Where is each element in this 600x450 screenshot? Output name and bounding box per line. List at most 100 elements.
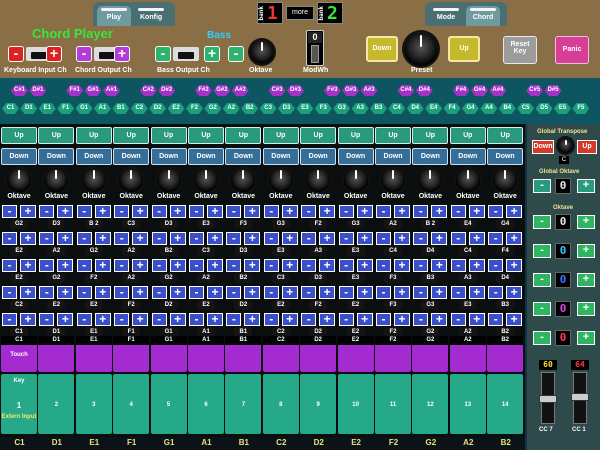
note-minus-button[interactable]: - — [114, 259, 130, 272]
oktave-plus-button[interactable]: + — [577, 331, 595, 345]
note-minus-button[interactable]: - — [2, 286, 17, 299]
key-b2[interactable]: B2 — [241, 103, 259, 114]
note-minus-button[interactable]: - — [450, 232, 466, 245]
touch-pad[interactable]: E1 — [75, 336, 112, 372]
key-f2[interactable]: F2 — [186, 103, 203, 114]
note-plus-button[interactable]: + — [94, 286, 111, 299]
note-plus-button[interactable]: + — [244, 313, 261, 326]
note-plus-button[interactable]: + — [394, 286, 410, 299]
note-minus-button[interactable]: - — [413, 259, 429, 272]
note-plus-button[interactable]: + — [94, 259, 111, 272]
note-plus-button[interactable]: + — [356, 259, 373, 272]
key-gs1[interactable]: G#1 — [84, 85, 102, 96]
note-minus-button[interactable]: - — [301, 313, 317, 326]
key-c1[interactable]: C1 — [2, 103, 19, 114]
note-plus-button[interactable]: + — [431, 286, 448, 299]
touch-pad[interactable]: D2 — [300, 336, 337, 372]
note-minus-button[interactable]: - — [450, 286, 466, 299]
note-minus-button[interactable]: - — [488, 286, 504, 299]
note-minus-button[interactable]: - — [114, 232, 130, 245]
column-down-button[interactable]: Down — [38, 148, 75, 165]
key-as2[interactable]: A#2 — [231, 85, 249, 96]
preset-down-button[interactable]: Down — [366, 36, 398, 62]
oktave-plus-button[interactable]: + — [577, 302, 595, 316]
column-up-button[interactable]: Up — [449, 127, 486, 144]
column-oktave-knob[interactable] — [7, 168, 31, 192]
key-pad[interactable]: 4 — [113, 374, 150, 434]
key-g1[interactable]: G1 — [75, 103, 93, 114]
note-plus-button[interactable]: + — [394, 259, 410, 272]
key-f3[interactable]: F3 — [314, 103, 332, 114]
oktave-minus-button[interactable]: - — [533, 331, 551, 345]
note-plus-button[interactable]: + — [319, 232, 336, 245]
note-minus-button[interactable]: - — [413, 232, 429, 245]
column-oktave-knob[interactable] — [119, 168, 144, 192]
column-down-button[interactable]: Down — [449, 148, 486, 165]
key-fs2[interactable]: F#2 — [195, 85, 212, 96]
global-oktave-minus-button[interactable]: - — [533, 179, 551, 193]
note-plus-button[interactable]: + — [132, 286, 149, 299]
key-pad[interactable]: 13 — [449, 374, 486, 434]
column-down-button[interactable]: Down — [150, 148, 187, 165]
column-down-button[interactable]: Down — [1, 148, 37, 165]
touch-pad[interactable]: C1 Touch — [1, 336, 37, 372]
touch-pad[interactable]: C2 — [262, 336, 299, 372]
bass-ch-minus-button[interactable]: - — [155, 46, 171, 62]
key-pad[interactable]: 2 — [38, 374, 75, 434]
note-plus-button[interactable]: + — [57, 259, 74, 272]
note-minus-button[interactable]: - — [338, 205, 354, 218]
note-plus-button[interactable]: + — [169, 286, 186, 299]
note-plus-button[interactable]: + — [57, 313, 74, 326]
note-plus-button[interactable]: + — [20, 205, 36, 218]
key-e2[interactable]: E2 — [167, 103, 185, 114]
touch-pad[interactable]: D1 — [38, 336, 75, 372]
column-down-button[interactable]: Down — [75, 148, 112, 165]
note-plus-button[interactable]: + — [244, 259, 261, 272]
note-minus-button[interactable]: - — [488, 259, 504, 272]
note-minus-button[interactable]: - — [151, 313, 167, 326]
key-d4[interactable]: D4 — [406, 103, 424, 114]
note-plus-button[interactable]: + — [169, 259, 186, 272]
preset-knob[interactable] — [404, 32, 438, 66]
key-b4[interactable]: B4 — [498, 103, 516, 114]
note-minus-button[interactable]: - — [151, 205, 167, 218]
column-down-button[interactable]: Down — [300, 148, 337, 165]
note-plus-button[interactable]: + — [506, 313, 523, 326]
cc1-fader[interactable] — [571, 372, 589, 424]
note-minus-button[interactable]: - — [226, 232, 242, 245]
key-d2[interactable]: D2 — [149, 103, 167, 114]
note-plus-button[interactable]: + — [57, 205, 74, 218]
note-minus-button[interactable]: - — [263, 259, 279, 272]
note-minus-button[interactable]: - — [114, 205, 130, 218]
note-plus-button[interactable]: + — [281, 259, 298, 272]
note-plus-button[interactable]: + — [132, 205, 149, 218]
note-plus-button[interactable]: + — [468, 286, 485, 299]
key-pad[interactable]: 11 — [375, 374, 411, 434]
note-minus-button[interactable]: - — [450, 259, 466, 272]
key-pad[interactable]: 5 — [150, 374, 187, 434]
transpose-knob[interactable] — [558, 138, 573, 153]
column-oktave-knob[interactable] — [493, 168, 518, 192]
key-e1[interactable]: E1 — [38, 103, 56, 114]
key-c2[interactable]: C2 — [130, 103, 148, 114]
note-minus-button[interactable]: - — [189, 232, 204, 245]
note-plus-button[interactable]: + — [506, 205, 523, 218]
note-plus-button[interactable]: + — [207, 259, 223, 272]
note-plus-button[interactable]: + — [468, 313, 485, 326]
column-down-button[interactable]: Down — [225, 148, 262, 165]
key-as3[interactable]: A#3 — [360, 85, 378, 96]
note-plus-button[interactable]: + — [319, 313, 336, 326]
note-minus-button[interactable]: - — [226, 286, 242, 299]
note-minus-button[interactable]: - — [189, 286, 204, 299]
note-minus-button[interactable]: - — [338, 232, 354, 245]
note-minus-button[interactable]: - — [338, 313, 354, 326]
key-pad[interactable]: 10 — [337, 374, 374, 434]
key-cs1[interactable]: C#1 — [11, 85, 28, 96]
chord-ch-plus-button[interactable]: + — [114, 46, 130, 62]
key-b1[interactable]: B1 — [112, 103, 130, 114]
key-cs2[interactable]: C#2 — [139, 85, 157, 96]
note-minus-button[interactable]: - — [488, 205, 504, 218]
column-oktave-knob[interactable] — [418, 168, 443, 192]
touch-pad[interactable]: B1 — [225, 336, 262, 372]
note-plus-button[interactable]: + — [20, 259, 36, 272]
